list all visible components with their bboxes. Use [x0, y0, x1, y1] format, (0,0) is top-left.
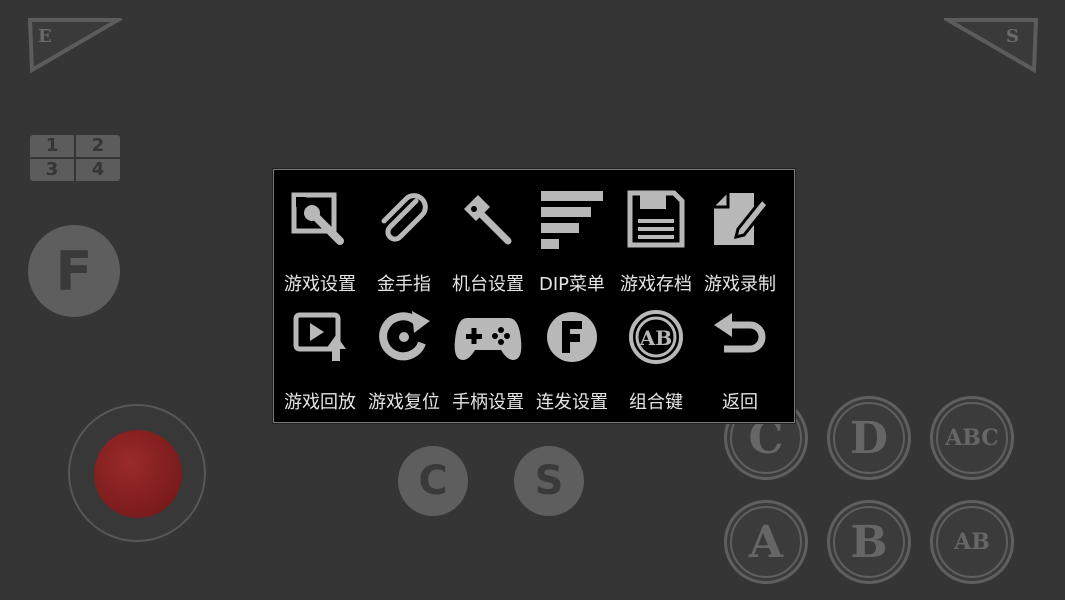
menu-item-machine-settings[interactable]: 机台设置 [446, 184, 530, 302]
menu-item-label: 连发设置 [536, 392, 608, 413]
abc-button[interactable]: ABC [930, 396, 1014, 480]
player-digit: 3 [30, 159, 74, 181]
a-button[interactable]: A [724, 500, 808, 584]
hammer-icon [453, 184, 523, 254]
paperclip-icon [369, 184, 439, 254]
coin-label: C [418, 458, 448, 504]
menu-item-label: 金手指 [377, 274, 431, 295]
player-digit: 2 [76, 135, 120, 157]
gamepad-icon [453, 302, 523, 372]
svg-text:AB: AB [639, 326, 672, 350]
turbo-f-icon [537, 302, 607, 372]
joystick-base[interactable] [68, 404, 206, 542]
wrench-settings-icon [285, 184, 355, 254]
menu-item-game-settings[interactable]: 游戏设置 [278, 184, 362, 302]
ab-button-label: AB [936, 506, 1008, 578]
d-button[interactable]: D [827, 396, 911, 480]
pencil-note-icon [705, 184, 775, 254]
menu-item-gamepad-settings[interactable]: 手柄设置 [446, 302, 530, 414]
ab-button[interactable]: AB [930, 500, 1014, 584]
menu-item-turbo-settings[interactable]: 连发设置 [530, 302, 614, 414]
abc-button-label: ABC [936, 402, 1008, 474]
menu-item-back[interactable]: 返回 [698, 302, 782, 414]
turbo-f-label: F [55, 239, 93, 303]
dip-bars-icon [537, 184, 607, 254]
start-label: S [534, 458, 564, 504]
menu-item-label: 游戏存档 [620, 274, 692, 295]
b-button[interactable]: B [827, 500, 911, 584]
joystick-knob[interactable] [94, 430, 182, 518]
s-corner-button[interactable]: S [944, 16, 1040, 74]
menu-item-cheats[interactable]: 金手指 [362, 184, 446, 302]
menu-item-label: 机台设置 [452, 274, 524, 295]
coin-button[interactable]: C [398, 446, 468, 516]
floppy-disk-icon [621, 184, 691, 254]
game-menu-popup: 游戏设置 金手指 机台设置 DIP菜单 游戏存档 游戏录制 游戏回放 游戏复位 … [273, 169, 795, 423]
menu-item-label: DIP菜单 [538, 274, 606, 295]
start-button[interactable]: S [514, 446, 584, 516]
player-digit: 4 [76, 159, 120, 181]
menu-item-label: 返回 [722, 392, 758, 413]
menu-item-label: 游戏回放 [284, 392, 356, 413]
menu-item-record-game[interactable]: 游戏录制 [698, 184, 782, 302]
menu-item-label: 组合键 [629, 392, 683, 413]
return-arrow-icon [705, 302, 775, 372]
menu-item-label: 游戏录制 [704, 274, 776, 295]
b-button-label: B [833, 506, 905, 578]
menu-item-combo-keys[interactable]: AB 组合键 [614, 302, 698, 414]
menu-item-dip-menu[interactable]: DIP菜单 [530, 184, 614, 302]
player-digit: 1 [30, 135, 74, 157]
player-select-button[interactable]: 1 2 3 4 [30, 135, 120, 181]
menu-item-label: 手柄设置 [452, 392, 524, 413]
menu-item-label: 游戏复位 [368, 392, 440, 413]
a-button-label: A [730, 506, 802, 578]
menu-item-replay-game[interactable]: 游戏回放 [278, 302, 362, 414]
menu-item-label: 游戏设置 [284, 274, 356, 295]
e-corner-button[interactable]: E [26, 16, 122, 74]
menu-item-save-game[interactable]: 游戏存档 [614, 184, 698, 302]
turbo-f-button[interactable]: F [28, 225, 120, 317]
video-replay-icon [285, 302, 355, 372]
reset-arrow-icon [369, 302, 439, 372]
e-corner-label: E [38, 26, 52, 47]
ab-combo-icon: AB [621, 302, 691, 372]
s-corner-label: S [1006, 26, 1019, 47]
d-button-label: D [833, 402, 905, 474]
menu-item-reset-game[interactable]: 游戏复位 [362, 302, 446, 414]
